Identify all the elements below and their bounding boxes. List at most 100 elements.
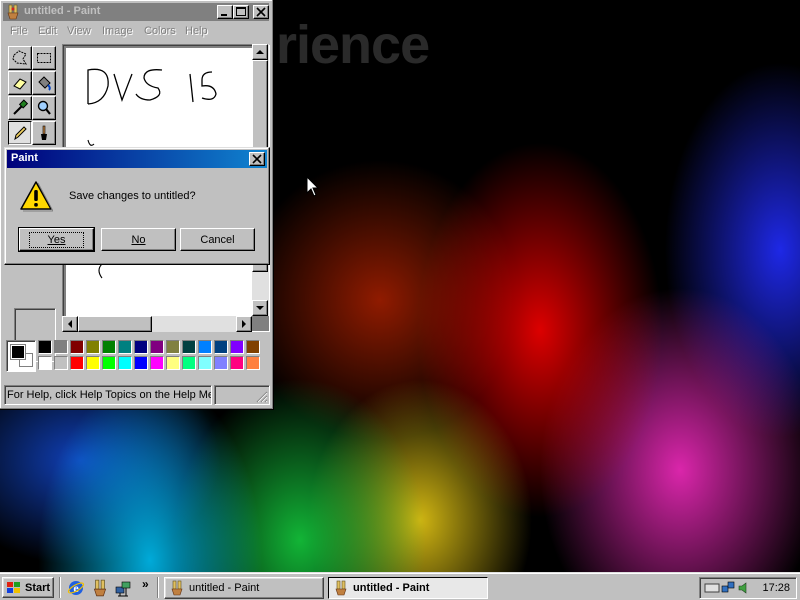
minimize-icon	[221, 14, 227, 16]
maximize-icon	[236, 7, 246, 16]
color-picker-icon	[13, 99, 29, 115]
palette-swatch[interactable]	[214, 356, 228, 370]
palette-swatch[interactable]	[198, 340, 212, 354]
palette-swatch[interactable]	[246, 356, 260, 370]
brush-icon	[41, 125, 47, 140]
palette-swatch[interactable]	[38, 356, 52, 370]
palette-swatch[interactable]	[54, 356, 68, 370]
network-icon[interactable]	[114, 579, 132, 597]
menu-view[interactable]: View	[67, 25, 91, 37]
tool-fill[interactable]	[32, 71, 56, 95]
palette-swatch[interactable]	[38, 340, 52, 354]
desktop: rience untitled - Paint File Edit View I…	[0, 0, 800, 572]
taskbar-separator	[59, 577, 61, 598]
start-button[interactable]: Start	[2, 577, 54, 598]
palette-swatch[interactable]	[166, 340, 180, 354]
status-pane	[214, 385, 270, 405]
pencil-icon	[14, 126, 27, 141]
paint-icon	[171, 580, 183, 596]
free-form-select-icon	[12, 50, 27, 65]
menu-edit[interactable]: Edit	[38, 25, 57, 37]
palette-swatch[interactable]	[86, 356, 100, 370]
tool-color-picker[interactable]	[8, 96, 32, 120]
palette-swatch[interactable]	[230, 340, 244, 354]
palette-swatch[interactable]	[198, 356, 212, 370]
palette-swatch[interactable]	[54, 340, 68, 354]
tool-eraser[interactable]	[8, 71, 32, 95]
paint-window-title: untitled - Paint	[24, 5, 101, 17]
palette-swatch[interactable]	[150, 356, 164, 370]
tool-brush[interactable]	[32, 121, 56, 145]
dialog-titlebar[interactable]: Paint	[7, 150, 267, 168]
palette-swatch[interactable]	[102, 356, 116, 370]
close-icon	[256, 7, 266, 17]
close-icon	[252, 154, 262, 164]
menu-help[interactable]: Help	[185, 25, 208, 37]
menu-file[interactable]: File	[10, 25, 28, 37]
palette-swatch[interactable]	[230, 356, 244, 370]
cancel-button[interactable]: Cancel	[180, 228, 255, 251]
tool-rect-select[interactable]	[32, 46, 56, 70]
palette-swatch[interactable]	[246, 340, 260, 354]
task-button-paint-1[interactable]: untitled - Paint	[164, 577, 324, 599]
palette-swatch[interactable]	[150, 340, 164, 354]
cancel-button-label: Cancel	[200, 233, 235, 246]
palette-swatch[interactable]	[134, 340, 148, 354]
palette-swatch[interactable]	[70, 356, 84, 370]
display-tray-icon[interactable]	[704, 581, 720, 595]
palette-swatch[interactable]	[182, 340, 196, 354]
scroll-up-button[interactable]	[252, 44, 268, 60]
save-changes-dialog: Paint Save changes to untitled? Yes No C…	[4, 147, 270, 265]
tool-free-form-select[interactable]	[8, 46, 32, 70]
task-button-paint-2[interactable]: untitled - Paint	[328, 577, 488, 599]
scroll-left-button[interactable]	[62, 316, 78, 332]
scroll-right-button[interactable]	[236, 316, 252, 332]
palette-swatch[interactable]	[166, 356, 180, 370]
volume-tray-icon[interactable]	[737, 581, 751, 595]
tool-pencil[interactable]	[8, 121, 32, 145]
menu-colors[interactable]: Colors	[144, 25, 176, 37]
yes-button-label: Yes	[28, 231, 85, 248]
palette-swatch[interactable]	[70, 340, 84, 354]
palette-swatch[interactable]	[118, 356, 132, 370]
paint-icon[interactable]	[91, 579, 109, 597]
dialog-title: Paint	[11, 152, 38, 164]
eraser-icon	[13, 78, 27, 90]
scroll-down-button[interactable]	[252, 300, 268, 316]
arrow-left-icon	[68, 320, 72, 328]
paint-titlebar[interactable]: untitled - Paint	[3, 3, 269, 21]
paint-icon	[335, 580, 347, 596]
palette-swatch[interactable]	[134, 356, 148, 370]
warning-icon	[20, 181, 53, 212]
color-palette	[4, 338, 270, 374]
palette-swatch[interactable]	[214, 340, 228, 354]
maximize-button[interactable]	[233, 5, 249, 19]
no-button-label: No	[131, 233, 146, 246]
menubar: File Edit View Image Colors Help	[4, 23, 269, 41]
status-text: For Help, click Help Topics on the Help …	[4, 385, 212, 405]
network-tray-icon[interactable]	[721, 581, 735, 595]
tool-magnifier[interactable]	[32, 96, 56, 120]
palette-swatch[interactable]	[118, 340, 132, 354]
paint-app-icon	[7, 4, 19, 20]
minimize-button[interactable]	[217, 5, 233, 19]
menu-image[interactable]: Image	[102, 25, 133, 37]
size-grip-icon[interactable]	[254, 389, 268, 403]
canvas-horizontal-scrollbar[interactable]	[62, 316, 252, 332]
dialog-close-button[interactable]	[249, 152, 265, 166]
taskbar: Start e » untitled - Paint untitled - Pa…	[0, 572, 800, 600]
horizontal-scroll-thumb[interactable]	[78, 316, 152, 332]
palette-swatch[interactable]	[102, 340, 116, 354]
quick-launch-chevron[interactable]: »	[142, 577, 149, 591]
taskbar-separator	[157, 577, 159, 598]
current-colors[interactable]	[6, 340, 36, 372]
ie-icon[interactable]: e	[67, 579, 85, 597]
palette-swatch[interactable]	[86, 340, 100, 354]
palette-swatch[interactable]	[182, 356, 196, 370]
close-button[interactable]	[253, 5, 269, 19]
system-tray: 17:28	[699, 577, 797, 599]
windows-logo-icon	[7, 581, 20, 593]
yes-button[interactable]: Yes	[18, 227, 95, 252]
no-button[interactable]: No	[101, 228, 176, 251]
clock[interactable]: 17:28	[762, 582, 790, 594]
